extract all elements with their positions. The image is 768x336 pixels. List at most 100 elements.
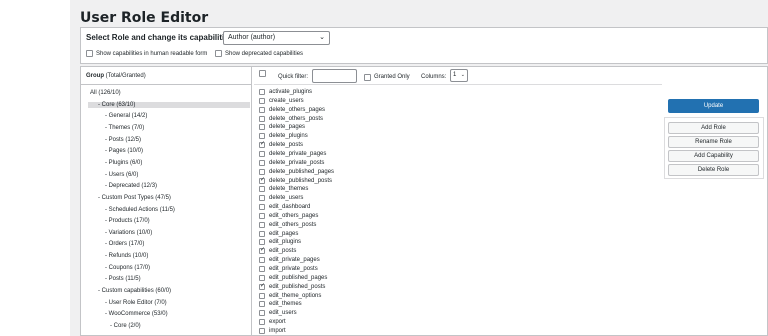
capability-label: edit_plugins	[269, 239, 302, 246]
show-human-readable-option[interactable]: Show capabilities in human readable form	[86, 50, 207, 57]
capability-item[interactable]: export	[259, 319, 286, 326]
group-item[interactable]: - Custom capabilities (60/0)	[98, 288, 171, 294]
capability-checkbox[interactable]	[259, 133, 265, 140]
capability-item[interactable]: delete_pages	[259, 124, 306, 131]
role-select[interactable]: Author (author) ⌄	[223, 31, 330, 45]
capability-item[interactable]: delete_published_posts	[259, 176, 332, 184]
capability-item[interactable]: delete_private_pages	[259, 150, 326, 157]
capability-item[interactable]: edit_others_posts	[259, 221, 316, 228]
group-item[interactable]: - Posts (11/5)	[105, 276, 141, 282]
capability-item[interactable]: edit_plugins	[259, 239, 302, 246]
capability-item[interactable]: delete_users	[259, 195, 303, 202]
group-item[interactable]: All (126/10)	[90, 90, 121, 96]
group-item[interactable]: - Core (63/10)	[88, 101, 250, 108]
group-item[interactable]: - Posts (12/5)	[105, 137, 141, 143]
capability-checkbox[interactable]	[259, 230, 265, 237]
columns-label: Columns:	[421, 74, 447, 80]
show-human-readable-checkbox[interactable]	[86, 50, 93, 57]
granted-only-checkbox[interactable]	[364, 73, 371, 81]
group-item[interactable]: - Products (17/0)	[105, 218, 150, 224]
capability-checkbox[interactable]	[259, 140, 265, 149]
capability-checkbox[interactable]	[259, 319, 265, 326]
capability-item[interactable]: edit_theme_options	[259, 292, 321, 299]
group-item[interactable]: - Scheduled Actions (11/5)	[105, 207, 175, 213]
capability-label: delete_pages	[269, 124, 306, 131]
group-item[interactable]: - User Role Editor (7/0)	[105, 300, 167, 306]
capability-checkbox[interactable]	[259, 150, 265, 157]
group-item[interactable]: - Coupons (17/0)	[105, 265, 150, 271]
capability-item[interactable]: edit_themes	[259, 301, 302, 308]
show-deprecated-option[interactable]: Show deprecated capabilities	[215, 50, 303, 57]
capability-checkbox[interactable]	[259, 239, 265, 246]
capability-checkbox[interactable]	[259, 97, 265, 104]
capability-item[interactable]: delete_others_posts	[259, 115, 323, 122]
capability-checkbox[interactable]	[259, 274, 265, 281]
group-item[interactable]: - Core (2/0)	[110, 323, 141, 329]
quick-filter-input[interactable]	[312, 69, 357, 83]
capability-label: edit_posts	[269, 248, 297, 255]
group-item[interactable]: - Pages (10/0)	[105, 148, 143, 154]
add-capability-button[interactable]: Add Capability	[668, 150, 759, 162]
update-button[interactable]: Update	[668, 99, 759, 113]
capability-checkbox[interactable]	[259, 115, 265, 122]
capability-checkbox[interactable]	[259, 221, 265, 228]
capability-item[interactable]: delete_posts	[259, 140, 304, 149]
capability-checkbox[interactable]	[259, 257, 265, 264]
capability-item[interactable]: edit_dashboard	[259, 204, 310, 211]
capability-checkbox[interactable]	[259, 186, 265, 193]
capability-checkbox[interactable]	[259, 282, 265, 290]
capability-checkbox[interactable]	[259, 159, 265, 166]
groups-header-title: Group	[86, 73, 104, 79]
capability-item[interactable]: delete_private_posts	[259, 159, 324, 166]
group-item[interactable]: - Deprecated (12/3)	[105, 183, 157, 189]
capability-item[interactable]: activate_plugins	[259, 89, 312, 95]
capability-item[interactable]: delete_plugins	[259, 133, 308, 140]
capability-checkbox[interactable]	[259, 212, 265, 219]
capability-item[interactable]: edit_users	[259, 310, 297, 317]
capability-checkbox[interactable]	[259, 246, 265, 255]
group-item[interactable]: - Refunds (10/0)	[105, 253, 148, 259]
capability-checkbox[interactable]	[259, 327, 265, 334]
granted-only-option[interactable]: Granted Only	[364, 70, 410, 84]
group-item[interactable]: - General (14/2)	[105, 113, 147, 119]
show-deprecated-checkbox[interactable]	[215, 50, 222, 57]
capability-item[interactable]: delete_others_pages	[259, 106, 326, 113]
capability-item[interactable]: edit_published_pages	[259, 274, 327, 281]
capability-checkbox[interactable]	[259, 195, 265, 202]
capability-item[interactable]: delete_themes	[259, 186, 308, 193]
capability-item[interactable]: edit_private_posts	[259, 266, 318, 272]
group-item[interactable]: - Custom Post Types (47/5)	[98, 195, 171, 201]
capability-checkbox[interactable]	[259, 106, 265, 113]
capability-item[interactable]: edit_pages	[259, 230, 298, 237]
capability-item[interactable]: edit_posts	[259, 246, 297, 255]
rename-role-button[interactable]: Rename Role	[668, 136, 759, 148]
capability-item[interactable]: delete_published_pages	[259, 168, 334, 175]
group-item[interactable]: - Variations (10/0)	[105, 230, 152, 236]
columns-select[interactable]: 1 ⌄	[450, 69, 468, 82]
capability-item[interactable]: edit_private_pages	[259, 257, 320, 264]
capability-checkbox[interactable]	[259, 266, 265, 272]
capability-checkbox[interactable]	[259, 301, 265, 308]
capability-label: delete_posts	[269, 142, 304, 149]
add-role-button[interactable]: Add Role	[668, 122, 759, 134]
delete-role-button[interactable]: Delete Role	[668, 164, 759, 176]
capability-item[interactable]: edit_published_posts	[259, 282, 325, 290]
select-all-checkbox[interactable]	[259, 70, 266, 77]
capability-item[interactable]: import	[259, 327, 286, 334]
group-item[interactable]: - Users (6/0)	[105, 172, 138, 178]
capability-label: delete_others_pages	[269, 106, 326, 113]
group-item[interactable]: - WooCommerce (53/0)	[105, 311, 168, 317]
group-item[interactable]: - Themes (7/0)	[105, 125, 144, 131]
capability-checkbox[interactable]	[259, 89, 265, 95]
group-item[interactable]: - Orders (17/0)	[105, 241, 144, 247]
capability-item[interactable]: create_users	[259, 97, 304, 104]
capability-checkbox[interactable]	[259, 292, 265, 299]
capability-checkbox[interactable]	[259, 204, 265, 211]
capability-label: edit_private_pages	[269, 257, 320, 264]
capability-checkbox[interactable]	[259, 124, 265, 131]
capability-checkbox[interactable]	[259, 168, 265, 175]
capability-checkbox[interactable]	[259, 176, 265, 184]
capability-checkbox[interactable]	[259, 310, 265, 317]
group-item[interactable]: - Plugins (6/0)	[105, 160, 142, 166]
capability-item[interactable]: edit_others_pages	[259, 212, 318, 219]
